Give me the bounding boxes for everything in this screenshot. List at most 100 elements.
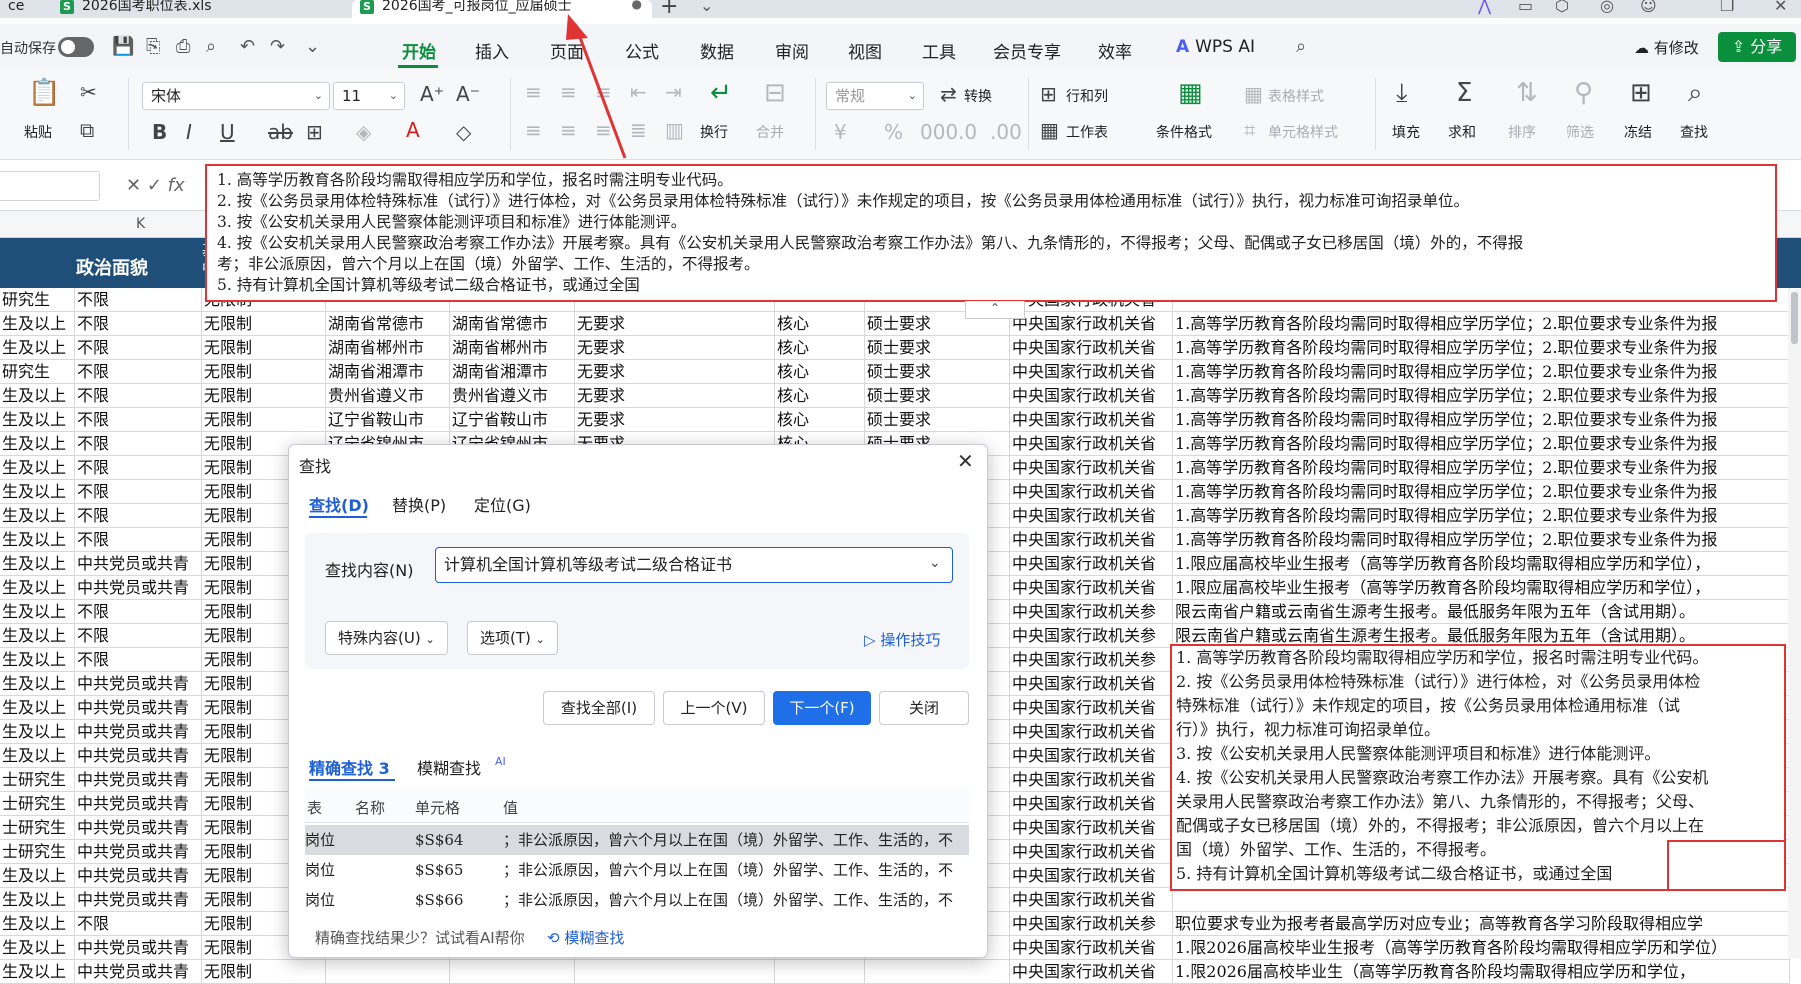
cell-org-type[interactable]: 中央国家行政机关省	[1010, 504, 1173, 528]
cell-org-type[interactable]: 中央国家行政机关省	[1010, 840, 1173, 864]
cell-political[interactable]: 不限	[75, 600, 202, 624]
cell-degree[interactable]: 硕士要求	[865, 408, 1010, 432]
cell-political[interactable]: 中共党员或共青	[75, 696, 202, 720]
indent-increase-icon[interactable]: ⇥	[665, 82, 682, 102]
cell-education[interactable]: 生及以上	[0, 480, 75, 504]
percent-icon[interactable]: %	[884, 122, 903, 142]
font-family-select[interactable]: 宋体 ⌄	[142, 82, 330, 110]
cell-remarks[interactable]: 1.高等学历教育各阶段均需同时取得相应学历学位；2.职位要求专业条件为报	[1173, 432, 1790, 456]
fill-button[interactable]: 填充	[1392, 122, 1420, 142]
menu-tools[interactable]: 工具	[922, 38, 956, 63]
search-icon[interactable]: ⌕	[1296, 36, 1306, 57]
cell-education[interactable]: 生及以上	[0, 504, 75, 528]
cell-education[interactable]: 生及以上	[0, 528, 75, 552]
cell-political[interactable]: 中共党员或共青	[75, 672, 202, 696]
cell-education[interactable]: 生及以上	[0, 600, 75, 624]
kimi-icon[interactable]: ⋀	[1478, 0, 1491, 15]
cell-remarks[interactable]: 1.限应届高校毕业生报考（高等学历教育各阶段均需取得相应学历和学位），	[1173, 576, 1790, 600]
cell-work-location[interactable]: 贵州省遵义市	[326, 384, 450, 408]
cut-icon[interactable]: ✂	[80, 82, 97, 102]
tab-fuzzy-search[interactable]: 模糊查找	[417, 755, 481, 779]
cell-education[interactable]: 生及以上	[0, 624, 75, 648]
cell-work-location[interactable]: 辽宁省鞍山市	[326, 408, 450, 432]
table-style-button[interactable]: 表格样式	[1268, 86, 1324, 106]
font-size-select[interactable]: 11 ⌄	[333, 82, 405, 110]
cell-political[interactable]: 不限	[75, 432, 202, 456]
cell-education[interactable]: 生及以上	[0, 672, 75, 696]
cell-org-type[interactable]: 中央国家行政机关省	[1010, 672, 1173, 696]
cell-remarks[interactable]: 1.高等学历教育各阶段均需同时取得相应学历学位；2.职位要求专业条件为报	[1173, 528, 1790, 552]
number-format-select[interactable]: 常规 ⌄	[826, 82, 924, 110]
merge-button[interactable]: 合并	[756, 122, 784, 142]
table-row[interactable]: 生及以上 不限 无限制 湖南省常德市 湖南省常德市 无要求 核心 硕士要求 中央国家行政机关省 1…	[0, 312, 1790, 336]
cell-org-type[interactable]: 中央国家行政机关省	[1010, 432, 1173, 456]
cell-org-type[interactable]: 中央国家行政机关省	[1010, 480, 1173, 504]
menu-view[interactable]: 视图	[848, 38, 882, 63]
cell-grassroots[interactable]	[575, 960, 775, 984]
cell-education[interactable]: 士研究生	[0, 792, 75, 816]
cell-political[interactable]: 中共党员或共青	[75, 576, 202, 600]
tab-find[interactable]: 查找(D)	[309, 492, 369, 516]
result-row[interactable]: 岗位 $S$66 ；非公派原因，曾六个月以上在国（境）外留学、工作、生活的，不	[305, 885, 969, 915]
cell-style-button[interactable]: 单元格样式	[1268, 122, 1338, 142]
cell-remarks[interactable]: 1.高等学历教育各阶段均需同时取得相应学历学位；2.职位要求专业条件为报	[1173, 360, 1790, 384]
cell-remarks[interactable]: 1.高等学历教育各阶段均需同时取得相应学历学位；2.职位要求专业条件为报	[1173, 384, 1790, 408]
cell-remarks[interactable]: 1.高等学历教育各阶段均需同时取得相应学历学位；2.职位要求专业条件为报	[1173, 504, 1790, 528]
chevron-down-icon[interactable]: ⌄	[700, 0, 713, 15]
freeze-icon[interactable]: ⊞	[1630, 80, 1652, 106]
redo-icon[interactable]: ↷	[270, 36, 285, 57]
menu-member[interactable]: 会员专享	[993, 38, 1061, 63]
strikethrough-icon[interactable]: ab	[268, 122, 293, 142]
cell-service[interactable]: 无限制	[202, 336, 326, 360]
cell-settle-location[interactable]	[450, 960, 575, 984]
menu-insert[interactable]: 插入	[475, 38, 509, 63]
search-icon[interactable]: ⌕	[1688, 80, 1703, 106]
result-row[interactable]: 岗位 $S$65 ；非公派原因，曾六个月以上在国（境）外留学、工作、生活的，不	[305, 855, 969, 885]
menu-formula[interactable]: 公式	[625, 38, 659, 63]
cell-remarks[interactable]: 1.高等学历教育各阶段均需同时取得相应学历学位；2.职位要求专业条件为报	[1173, 336, 1790, 360]
thousands-icon[interactable]: 000	[920, 122, 958, 142]
save-icon[interactable]: 💾	[112, 36, 134, 57]
cell-grassroots[interactable]: 无要求	[575, 384, 775, 408]
worksheet-button[interactable]: 工作表	[1066, 122, 1108, 142]
document-tab[interactable]: S 2026国考职位表.xls	[52, 0, 347, 18]
export-icon[interactable]: ⎘	[146, 36, 160, 57]
avatar[interactable]: ☺	[1640, 0, 1657, 15]
cell-work-location[interactable]	[326, 960, 450, 984]
cell-remarks[interactable]: 1.高等学历教育各阶段均需同时取得相应学历学位；2.职位要求专业条件为报	[1173, 312, 1790, 336]
undo-icon[interactable]: ↶	[240, 36, 255, 57]
cell-remarks[interactable]: 1.限2026届高校毕业生报考（高等学历教育各阶段均需取得相应学历和学位）	[1173, 936, 1790, 960]
cell-remarks[interactable]: 1.高等学历教育各阶段均需同时取得相应学历学位；2.职位要求专业条件为报	[1173, 408, 1790, 432]
sort-button[interactable]: 排序	[1508, 122, 1536, 142]
cell-service[interactable]: 无限制	[202, 960, 326, 984]
paste-button[interactable]: 粘贴	[24, 122, 52, 142]
scrollbar-thumb[interactable]	[1791, 292, 1798, 344]
cell-level[interactable]: 核心	[775, 408, 865, 432]
sort-icon[interactable]: ⇅	[1516, 80, 1538, 106]
cell-degree[interactable]: 硕士要求	[865, 360, 1010, 384]
cell-political[interactable]: 中共党员或共青	[75, 936, 202, 960]
cell-level[interactable]: 核心	[775, 312, 865, 336]
cell-level[interactable]: 核心	[775, 384, 865, 408]
border-icon[interactable]: ⊞	[306, 122, 323, 142]
cell-org-type[interactable]: 中央国家行政机关省	[1010, 408, 1173, 432]
cell-org-type[interactable]: 中央国家行政机关省	[1010, 792, 1173, 816]
cell-political[interactable]: 中共党员或共青	[75, 792, 202, 816]
cell-education[interactable]: 生及以上	[0, 312, 75, 336]
align-top-icon[interactable]: ≡	[525, 82, 542, 102]
cell-org-type[interactable]: 中央国家行政机关省	[1010, 696, 1173, 720]
chevron-down-icon[interactable]: ⌄	[305, 36, 320, 57]
cell-grassroots[interactable]: 无要求	[575, 336, 775, 360]
tab-goto[interactable]: 定位(G)	[474, 492, 531, 516]
cell-org-type[interactable]: 中央国家行政机关省	[1010, 888, 1173, 912]
vertical-scrollbar[interactable]	[1788, 290, 1801, 958]
cell-education[interactable]: 生及以上	[0, 696, 75, 720]
cell-political[interactable]: 中共党员或共青	[75, 720, 202, 744]
cell-political[interactable]: 中共党员或共青	[75, 768, 202, 792]
cell-grassroots[interactable]: 无要求	[575, 360, 775, 384]
cell-settle-location[interactable]: 湖南省常德市	[450, 312, 575, 336]
cell-org-type[interactable]: 中央国家行政机关省	[1010, 456, 1173, 480]
cell-education[interactable]: 士研究生	[0, 816, 75, 840]
freeze-button[interactable]: 冻结	[1624, 122, 1652, 142]
fuzzy-search-link[interactable]: ⟲ 模糊查找	[547, 927, 624, 948]
